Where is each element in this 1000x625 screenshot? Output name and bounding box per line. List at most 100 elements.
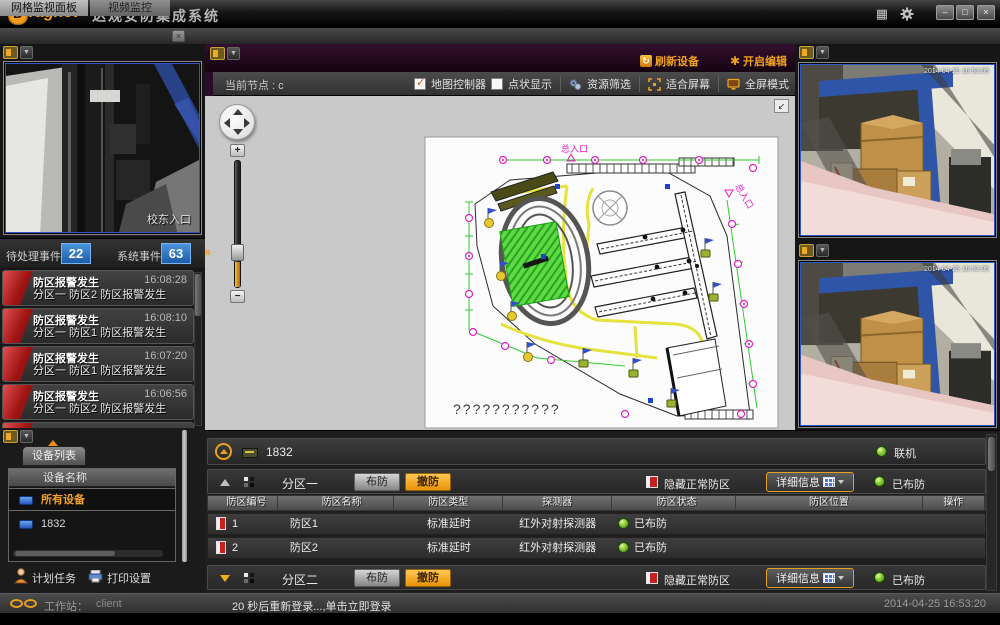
panel-layout-icon[interactable] <box>799 46 814 59</box>
map-pan-control[interactable] <box>219 104 255 140</box>
partition-2-row[interactable]: 分区二 布防 撤防 隐藏正常防区 详细信息 已布防 <box>207 565 986 590</box>
enable-edit-button[interactable]: ✱ 开启编辑 <box>730 53 787 69</box>
device-row-1832[interactable]: 1832 <box>9 513 175 536</box>
panel-dropdown-icon[interactable]: ▼ <box>20 46 33 59</box>
collapse-up-icon[interactable] <box>220 479 230 486</box>
alarm-item[interactable]: 防区报警发生 16:07:20 分区一 防区1 防区报警发生 <box>2 346 194 382</box>
left-camera-view[interactable]: 校东入口 <box>3 61 202 235</box>
panel-dropdown-icon[interactable]: ▼ <box>816 46 829 59</box>
expand-down-icon[interactable] <box>220 575 230 582</box>
hide-normal-zones-checkbox[interactable] <box>646 572 658 584</box>
col-zone-no[interactable]: 防区编号 <box>208 496 278 510</box>
fit-screen-button[interactable]: 适合屏幕 <box>666 76 710 92</box>
device-row-all-devices[interactable]: 所有设备 <box>9 488 175 511</box>
col-zone-type[interactable]: 防区类型 <box>394 496 503 510</box>
close-button[interactable]: × <box>977 5 995 20</box>
sidebar-collapse-handle[interactable]: » <box>204 243 216 263</box>
alarm-scrollbar-thumb[interactable] <box>195 274 201 316</box>
dot-display-checkbox[interactable] <box>491 78 503 90</box>
zone-row-2[interactable]: 2 防区2 标准延时 红外对射探测器 已布防 <box>207 537 986 559</box>
toolbar-separator <box>560 76 561 92</box>
col-zone-status[interactable]: 防区状态 <box>612 496 736 510</box>
panel-dropdown-icon[interactable]: ▼ <box>227 47 240 60</box>
disarm-button[interactable]: 撤防 <box>405 569 451 587</box>
minimize-button[interactable]: – <box>936 5 954 20</box>
hscrollbar-thumb[interactable] <box>15 551 115 556</box>
bottom-scrollbar-thumb[interactable] <box>988 437 995 471</box>
scheduled-tasks-link[interactable]: 计划任务 <box>32 570 76 586</box>
armed-status-label: 已布防 <box>892 572 925 588</box>
device-1832-row[interactable]: 1832 联机 <box>207 438 986 465</box>
panel-layout-icon[interactable] <box>3 46 18 59</box>
scheduled-task-person-icon <box>14 568 28 584</box>
map-controller-label[interactable]: 地图控制器 <box>431 76 486 92</box>
settings-gear-icon[interactable] <box>900 7 914 21</box>
map-controller-checkbox[interactable] <box>414 78 426 90</box>
collapse-circle-icon[interactable] <box>215 443 232 460</box>
print-settings-link[interactable]: 打印设置 <box>107 570 151 586</box>
pan-down-icon[interactable] <box>233 129 243 135</box>
panel-layout-icon[interactable] <box>210 47 225 60</box>
tab-video-monitor[interactable]: 视频监控 <box>90 0 170 16</box>
toolbar-separator <box>718 76 719 92</box>
arm-button[interactable]: 布防 <box>354 473 400 491</box>
col-operation[interactable]: 操作 <box>923 496 985 510</box>
partition-name: 分区一 <box>282 475 318 492</box>
pan-left-icon[interactable] <box>224 118 230 128</box>
dot-display-label[interactable]: 点状显示 <box>508 76 552 92</box>
right-camera-view-1[interactable]: 2014-04-25 16:53:05 <box>798 62 997 238</box>
online-status-led <box>876 446 887 457</box>
details-button[interactable]: 详细信息 <box>766 472 854 492</box>
alarm-time: 16:08:10 <box>144 312 187 324</box>
panel-layout-icon[interactable] <box>799 244 814 257</box>
tab-close-icon[interactable]: × <box>172 30 185 42</box>
device-panel-header: ▼ <box>3 430 33 443</box>
link-rings-icon <box>24 599 37 608</box>
col-detector[interactable]: 探测器 <box>503 496 612 510</box>
device-panel-vscrollbar[interactable] <box>182 430 187 562</box>
alarm-item[interactable]: 防区报警发生 16:08:28 分区一 防区2 防区报警发生 <box>2 270 194 306</box>
layout-grid-icon[interactable]: ▦ <box>876 6 888 22</box>
map-caption-placeholder: ??????????? <box>453 401 561 417</box>
armed-status-led <box>874 476 885 487</box>
refresh-devices-button[interactable]: ↻ 刷新设备 <box>640 53 699 69</box>
resource-filter-button[interactable]: 资源筛选 <box>587 76 631 92</box>
tab-device-list[interactable]: 设备列表 <box>22 446 86 466</box>
zone-row-1[interactable]: 1 防区1 标准延时 红外对射探测器 已布防 <box>207 513 986 535</box>
panel-layout-icon[interactable] <box>3 430 18 443</box>
alarm-flag-icon <box>3 271 33 306</box>
tab-grid-monitor-panel[interactable]: 网格监视面板 <box>0 0 88 16</box>
right-camera-view-2[interactable]: 2014-04-25 16:53:05 <box>798 260 997 428</box>
alarm-event-list: 防区报警发生 16:08:28 分区一 防区2 防区报警发生 防区报警发生 16… <box>0 270 205 428</box>
pan-up-icon[interactable] <box>233 109 243 115</box>
zone-status-led <box>618 542 629 553</box>
arm-button[interactable]: 布防 <box>354 569 400 587</box>
alarm-item[interactable]: 防区报警发生 16:08:10 分区一 防区1 防区报警发生 <box>2 308 194 344</box>
zoom-slider-thumb[interactable] <box>231 244 244 261</box>
zoom-in-button[interactable]: + <box>230 144 245 157</box>
device-list-hscrollbar[interactable] <box>13 550 163 557</box>
device-list-column-header[interactable]: 设备名称 <box>9 469 175 487</box>
map-canvas[interactable]: 总入口 总入口 ??????????? + − ↙ <box>205 96 795 430</box>
alarm-item[interactable]: 防区报警发生 16:06:56 分区一 防区2 防区报警发生 <box>2 384 194 420</box>
maximize-button[interactable]: □ <box>956 5 974 20</box>
col-zone-name[interactable]: 防区名称 <box>278 496 395 510</box>
camera-timestamp-overlay: 2014-04-25 16:53:05 <box>924 68 989 75</box>
application-window: D ragnet 达观安防集成系统 ▦ – □ × 网格监视面板 视频监控 × … <box>0 0 1000 625</box>
col-zone-location[interactable]: 防区位置 <box>736 496 922 510</box>
panel-dropdown-icon[interactable]: ▼ <box>816 244 829 257</box>
zoom-slider-fill <box>235 262 240 287</box>
fullscreen-mode-button[interactable]: 全屏模式 <box>745 76 789 92</box>
left-video-panel-header: ▼ <box>3 46 33 59</box>
zoom-out-button[interactable]: − <box>230 290 245 303</box>
details-button[interactable]: 详细信息 <box>766 568 854 588</box>
hide-normal-zones-checkbox[interactable] <box>646 476 658 488</box>
panel-dropdown-icon[interactable]: ▼ <box>20 430 33 443</box>
disarm-button[interactable]: 撤防 <box>405 473 451 491</box>
relogin-message[interactable]: 20 秒后重新登录...,单击立即登录 <box>232 598 392 614</box>
pan-right-icon[interactable] <box>244 118 250 128</box>
map-collapse-corner-icon[interactable]: ↙ <box>774 99 789 113</box>
partition-1-row[interactable]: 分区一 布防 撤防 隐藏正常防区 详细信息 已布防 <box>207 469 986 494</box>
device-name: 1832 <box>266 445 293 459</box>
zone-table-header: 防区编号 防区名称 防区类型 探测器 防区状态 防区位置 操作 <box>207 495 986 511</box>
